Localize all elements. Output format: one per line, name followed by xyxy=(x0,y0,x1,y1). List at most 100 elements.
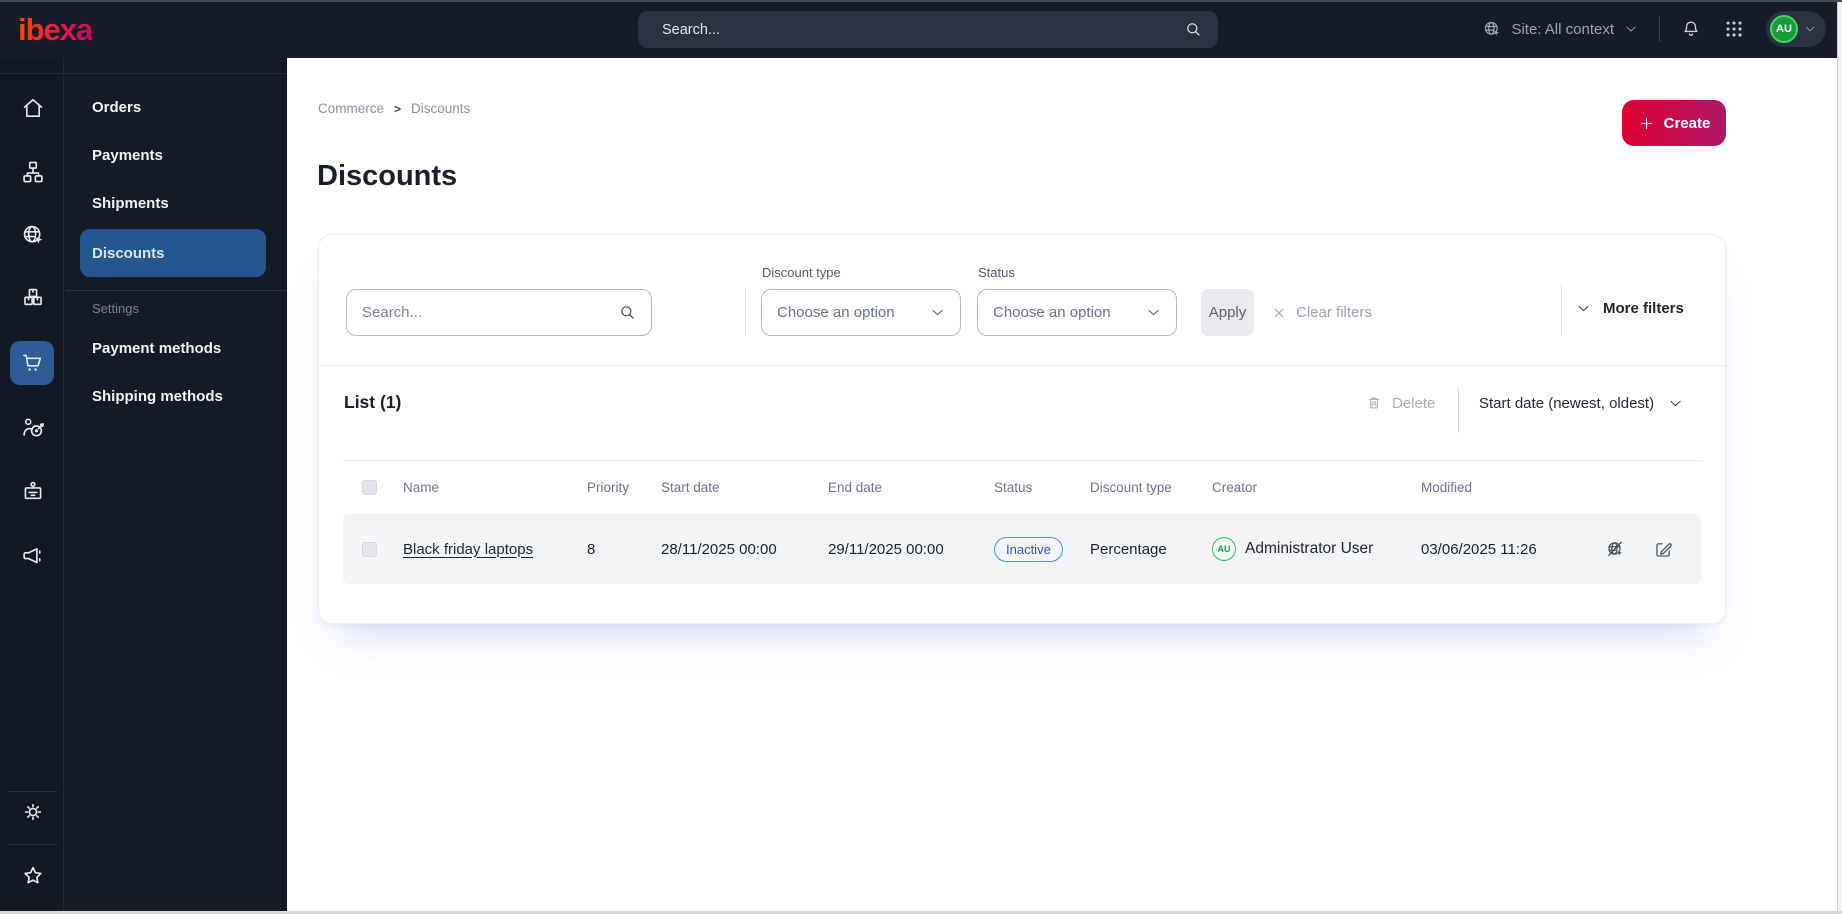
breadcrumb-commerce[interactable]: Commerce xyxy=(318,101,384,116)
rail-item-product-catalog[interactable] xyxy=(0,276,65,320)
preview-on-site-disabled-icon[interactable] xyxy=(1605,539,1626,560)
site-context-label: Site: All context xyxy=(1511,20,1614,38)
table-top-border xyxy=(343,460,1701,461)
rail-item-dashboard[interactable] xyxy=(0,86,65,130)
ibexa-logo[interactable]: ibexa xyxy=(18,12,93,48)
app-grid-icon[interactable] xyxy=(1723,18,1745,40)
more-filters-button[interactable]: More filters xyxy=(1575,285,1684,332)
clear-filters-button[interactable]: Clear filters xyxy=(1271,289,1372,336)
sidebar-hairline xyxy=(0,73,287,74)
status-label: Status xyxy=(978,265,1015,280)
close-icon xyxy=(1271,305,1287,321)
star-icon xyxy=(20,863,46,889)
delete-label: Delete xyxy=(1392,394,1436,412)
sidebar-item-shipping-methods[interactable]: Shipping methods xyxy=(92,385,267,409)
globe-cursor-icon xyxy=(1482,19,1502,39)
sidebar-item-shipments[interactable]: Shipments xyxy=(92,192,267,216)
status-badge: Inactive xyxy=(994,536,1063,562)
rail-separator xyxy=(8,844,57,845)
column-header-end-date[interactable]: End date xyxy=(828,480,994,495)
discounts-card: Discount type Choose an option Status Ch… xyxy=(318,234,1726,624)
filter-divider xyxy=(1561,285,1562,335)
commerce-cart-icon xyxy=(19,350,45,376)
chevron-down-icon xyxy=(1667,395,1684,412)
top-bar: ibexa Site: All context AU xyxy=(0,0,1842,58)
filter-bar: Discount type Choose an option Status Ch… xyxy=(319,235,1725,366)
cell-start-date: 28/11/2025 00:00 xyxy=(661,540,777,558)
rail-item-campaigns[interactable] xyxy=(0,534,65,578)
cell-modified: 03/06/2025 11:26 xyxy=(1421,540,1537,558)
search-icon[interactable] xyxy=(1184,20,1203,39)
chevron-down-icon xyxy=(929,304,946,321)
site-context-selector[interactable]: Site: All context xyxy=(1482,19,1639,39)
table-row: Black friday laptops 8 28/11/2025 00:00 … xyxy=(343,514,1701,584)
column-header-discount-type[interactable]: Discount type xyxy=(1090,480,1212,495)
rail-item-corporate[interactable] xyxy=(0,470,65,514)
rail-item-site[interactable] xyxy=(0,213,65,257)
cell-priority: 8 xyxy=(587,540,596,558)
sidebar-item-payment-methods[interactable]: Payment methods xyxy=(92,337,267,361)
product-boxes-icon xyxy=(20,285,46,311)
sort-selector[interactable]: Start date (newest, oldest) xyxy=(1479,387,1684,419)
column-header-priority[interactable]: Priority xyxy=(587,480,661,495)
gear-icon xyxy=(20,799,46,825)
chevron-down-icon xyxy=(1145,304,1162,321)
breadcrumb-discounts[interactable]: Discounts xyxy=(411,101,470,116)
create-button[interactable]: Create xyxy=(1622,100,1726,146)
column-header-status[interactable]: Status xyxy=(994,480,1090,495)
breadcrumb: Commerce > Discounts xyxy=(318,101,470,116)
global-search[interactable] xyxy=(638,11,1218,48)
list-search[interactable] xyxy=(346,289,652,336)
edit-icon[interactable] xyxy=(1653,539,1674,560)
column-header-name[interactable]: Name xyxy=(403,480,587,495)
commerce-sidebar: Orders Payments Shipments Discounts Sett… xyxy=(65,58,287,914)
discount-type-label: Discount type xyxy=(762,265,841,280)
global-search-input[interactable] xyxy=(662,21,1184,38)
cell-discount-type: Percentage xyxy=(1090,540,1167,558)
corporate-badge-icon xyxy=(20,479,46,505)
status-value: Choose an option xyxy=(993,304,1111,321)
column-header-modified[interactable]: Modified xyxy=(1421,480,1605,495)
chevron-down-icon xyxy=(1575,300,1592,317)
campaign-megaphone-icon xyxy=(20,543,46,569)
icon-rail xyxy=(0,58,65,914)
main-content: Commerce > Discounts Create Discounts Di… xyxy=(287,58,1842,914)
list-search-input[interactable] xyxy=(362,304,618,321)
customer-target-icon xyxy=(20,415,46,441)
discount-name-link[interactable]: Black friday laptops xyxy=(403,541,533,558)
clear-filters-label: Clear filters xyxy=(1296,304,1372,321)
row-checkbox[interactable] xyxy=(362,541,377,557)
site-globe-icon xyxy=(20,222,46,248)
content-tree-icon xyxy=(20,159,46,185)
chevron-down-icon xyxy=(1623,21,1639,37)
bell-icon[interactable] xyxy=(1680,18,1702,40)
top-bar-right: Site: All context AU xyxy=(1482,0,1826,58)
home-icon xyxy=(20,95,46,121)
user-menu[interactable]: AU xyxy=(1766,11,1826,47)
cell-creator: AU Administrator User xyxy=(1212,537,1421,561)
breadcrumb-separator: > xyxy=(394,101,402,116)
delete-button[interactable]: Delete xyxy=(1365,387,1435,419)
page-title: Discounts xyxy=(317,160,458,192)
filter-divider xyxy=(745,289,746,336)
rail-item-personalization[interactable] xyxy=(0,406,65,450)
sidebar-section-divider xyxy=(65,290,287,291)
creator-name: Administrator User xyxy=(1245,540,1374,557)
rail-item-bookmarks[interactable] xyxy=(0,854,65,898)
rail-item-content[interactable] xyxy=(0,150,65,194)
rail-item-commerce-active[interactable] xyxy=(10,341,54,385)
column-header-start-date[interactable]: Start date xyxy=(661,480,828,495)
rail-item-admin[interactable] xyxy=(0,790,65,834)
sidebar-section-settings: Settings xyxy=(92,301,139,316)
sidebar-item-discounts-active[interactable]: Discounts xyxy=(80,229,266,277)
discount-type-select[interactable]: Choose an option xyxy=(761,289,961,336)
more-filters-label: More filters xyxy=(1603,300,1684,317)
apply-button[interactable]: Apply xyxy=(1201,289,1254,336)
row-actions xyxy=(1605,539,1701,560)
search-icon[interactable] xyxy=(618,303,637,322)
select-all-checkbox[interactable] xyxy=(362,479,377,495)
sidebar-item-orders[interactable]: Orders xyxy=(92,96,267,120)
status-select[interactable]: Choose an option xyxy=(977,289,1177,336)
sidebar-item-payments[interactable]: Payments xyxy=(92,144,267,168)
column-header-creator[interactable]: Creator xyxy=(1212,480,1421,495)
